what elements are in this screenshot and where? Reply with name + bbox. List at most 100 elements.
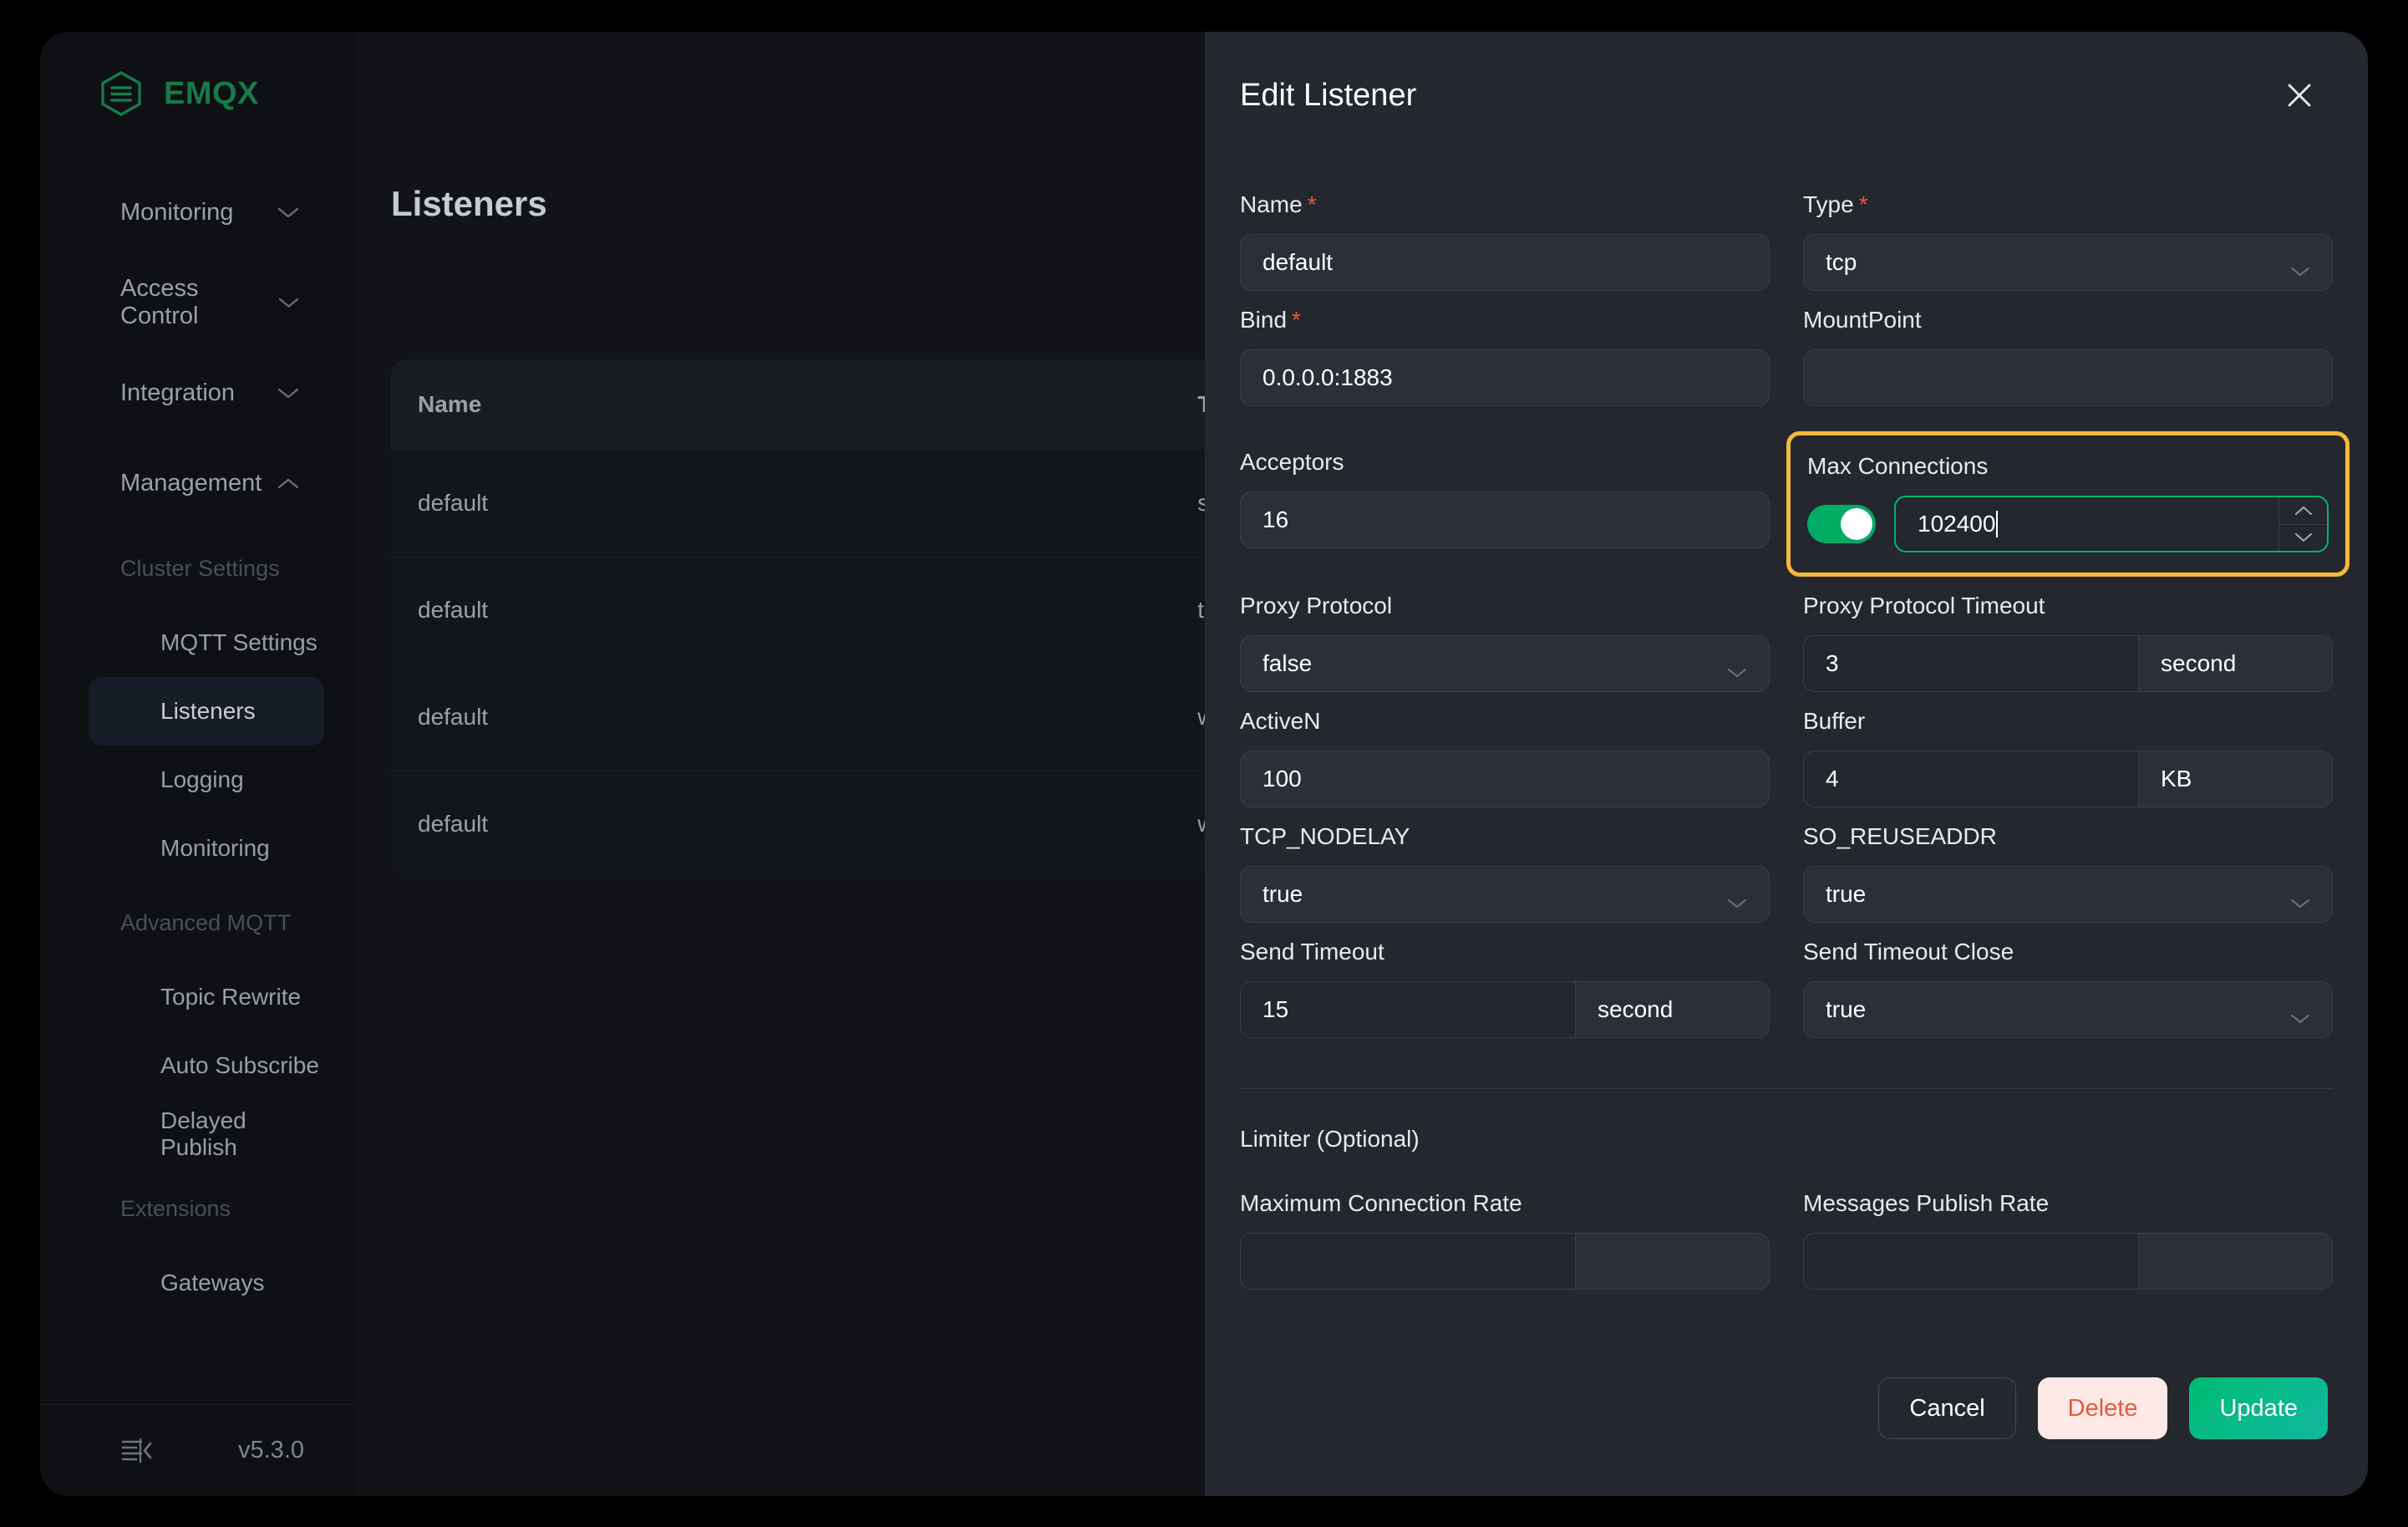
label-text: Bind [1240,307,1288,333]
tcp-nodelay-value: true [1262,881,1303,907]
tcp-nodelay-select[interactable]: true [1240,866,1770,923]
field-max-connections-highlighted: Max Connections 102400 [1786,431,2350,577]
max-connections-input[interactable]: 102400 [1894,496,2329,552]
cell-name[interactable]: default [391,556,1198,664]
close-icon[interactable] [2278,74,2321,117]
chevron-down-icon [2290,1004,2310,1024]
max-connections-toggle[interactable] [1807,505,1876,543]
sidebar-item-gateways[interactable]: Gateways [89,1249,324,1317]
so-reuseaddr-value: true [1826,881,1867,907]
app-window: EMQX Monitoring Access Control Integrati… [40,32,2368,1496]
label-proxy-protocol: Proxy Protocol [1240,593,1393,618]
label-send-timeout: Send Timeout [1240,939,1384,965]
sidebar-group-management[interactable]: Management [40,438,356,528]
cell-name[interactable]: default [391,770,1198,878]
drawer-title: Edit Listener [1240,77,1417,113]
maximum-connection-rate-input[interactable] [1240,1233,1770,1290]
sidebar-item-logging[interactable]: Logging [89,746,324,814]
label-activen: ActiveN [1240,708,1321,734]
messages-publish-rate-unit[interactable] [2138,1234,2332,1289]
cancel-button[interactable]: Cancel [1878,1377,2016,1439]
sidebar-group-monitoring[interactable]: Monitoring [40,167,356,257]
drawer-header: Edit Listener [1205,32,2368,159]
activen-input-value: 100 [1262,766,1302,791]
chevron-down-icon [277,206,299,219]
label-buffer: Buffer [1803,708,1866,734]
send-timeout-input[interactable]: 15 second [1240,981,1770,1038]
proxy-protocol-timeout-input[interactable]: 3 second [1803,635,2333,692]
stepper-up-button[interactable] [2279,497,2327,524]
chevron-up-icon [277,477,299,490]
cell-name[interactable]: default [391,450,1197,557]
field-send-timeout: Send Timeout 15 second [1240,936,1770,1038]
so-reuseaddr-select[interactable]: true [1803,866,2333,923]
messages-publish-rate-input[interactable] [1803,1233,2333,1290]
section-divider [1240,1088,2333,1089]
proxy-protocol-value: false [1262,650,1313,676]
send-timeout-close-select[interactable]: true [1803,981,2333,1038]
delete-button[interactable]: Delete [2037,1377,2168,1439]
sidebar-item-label: Topic Rewrite [160,984,302,1010]
buffer-unit[interactable]: KB [2138,751,2332,807]
max-connections-row: 102400 [1807,496,2329,552]
field-send-timeout-close: Send Timeout Close true [1803,936,2333,1038]
proxy-protocol-timeout-unit[interactable]: second [2138,636,2332,691]
maximum-connection-rate-unit[interactable] [1575,1234,1769,1289]
messages-publish-rate-value [1804,1234,2138,1289]
sidebar-item-label: Gateways [160,1270,265,1295]
chevron-down-icon [2290,888,2310,909]
type-select[interactable]: tcp [1803,234,2333,291]
sidebar-item-label: Listeners [160,698,256,724]
label-so-reuseaddr: SO_REUSEADDR [1803,823,1997,849]
limiter-section-label: Limiter (Optional) [1240,1126,1420,1152]
sidebar-item-label: Logging [160,766,244,792]
sidebar-nav: Monitoring Access Control Integration Ma… [40,155,356,1404]
sidebar-item-monitoring[interactable]: Monitoring [89,814,324,883]
field-buffer: Buffer 4 KB [1803,705,2333,807]
sidebar-item-topic-rewrite[interactable]: Topic Rewrite [89,963,324,1031]
send-timeout-unit[interactable]: second [1575,982,1769,1037]
chevron-up-icon [2294,506,2312,516]
name-input[interactable]: default [1240,234,1770,291]
stepper-down-button[interactable] [2279,523,2327,552]
sidebar-group-access-control[interactable]: Access Control [40,257,356,348]
label-messages-publish-rate: Messages Publish Rate [1803,1190,2050,1216]
acceptors-input[interactable]: 16 [1240,491,1770,548]
field-tcp-nodelay: TCP_NODELAY true [1240,821,1770,923]
sidebar-item-delayed-publish[interactable]: Delayed Publish [89,1100,324,1168]
chevron-down-icon [1727,888,1747,909]
buffer-input[interactable]: 4 KB [1803,751,2333,807]
send-timeout-value: 15 [1241,982,1575,1037]
sidebar-section-advanced-mqtt: Advanced MQTT [120,909,292,935]
activen-input[interactable]: 100 [1240,751,1770,807]
label-text: Name [1240,191,1303,217]
send-timeout-close-value: true [1826,996,1867,1022]
bind-input[interactable]: 0.0.0.0:1883 [1240,349,1770,406]
proxy-protocol-select[interactable]: false [1240,635,1770,692]
sidebar-item-listeners[interactable]: Listeners [89,677,324,746]
label-proxy-protocol-timeout: Proxy Protocol Timeout [1803,593,2045,618]
brand-name: EMQX [164,75,259,111]
label-tcp-nodelay: TCP_NODELAY [1240,823,1410,849]
field-so-reuseaddr: SO_REUSEADDR true [1803,821,2333,923]
acceptors-input-value: 16 [1262,506,1289,532]
mountpoint-input[interactable] [1803,349,2333,406]
update-button[interactable]: Update [2189,1377,2328,1439]
field-bind: Bind * 0.0.0.0:1883 [1240,304,1770,406]
sidebar-group-integration[interactable]: Integration [40,348,356,438]
sidebar-group-label: Access Control [120,275,199,329]
proxy-protocol-timeout-value: 3 [1804,636,2138,691]
label-max-connections: Max Connections [1807,453,1989,479]
edit-listener-drawer: Edit Listener Name * default Type * tcp … [1205,32,2368,1496]
collapse-sidebar-icon[interactable] [120,1436,154,1466]
max-connections-input-value-wrap: 102400 [1896,497,2278,551]
chevron-down-icon [1727,658,1747,678]
label-text: Type [1803,191,1854,217]
drawer-footer: Cancel Delete Update [1205,1352,2368,1496]
cell-name[interactable]: default [391,663,1198,771]
field-proxy-protocol: Proxy Protocol false [1240,590,1770,692]
sidebar-item-auto-subscribe[interactable]: Auto Subscribe [89,1031,324,1100]
field-mountpoint: MountPoint [1803,304,2333,406]
sidebar-item-mqtt-settings[interactable]: MQTT Settings [89,608,324,677]
version-label: v5.3.0 [238,1437,304,1463]
